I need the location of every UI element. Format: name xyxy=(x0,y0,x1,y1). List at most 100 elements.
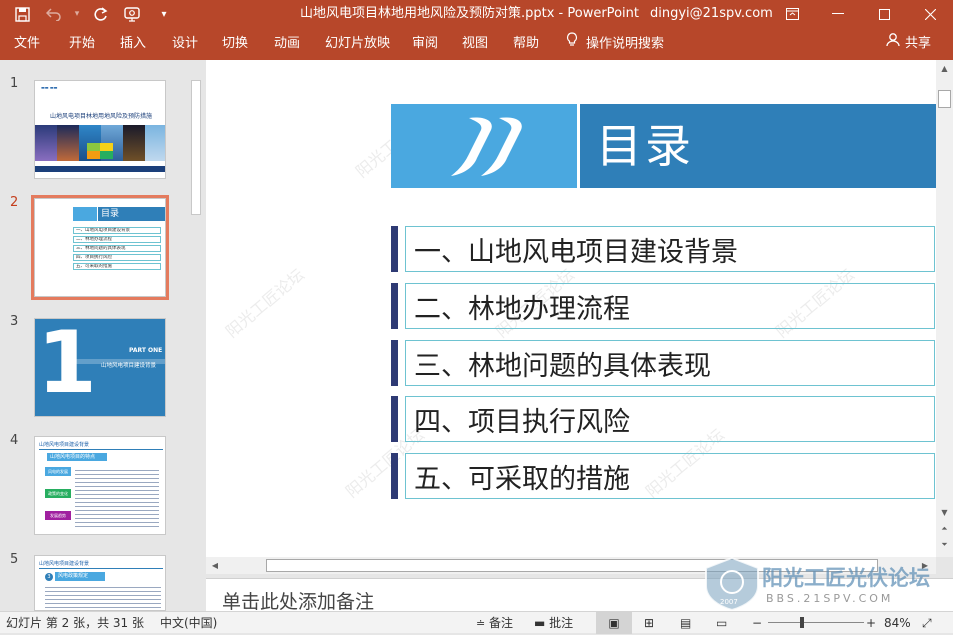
toc-item-bar xyxy=(391,340,398,386)
toc-item-text: 三、林地问题的具体表现 xyxy=(414,351,711,382)
comments-toggle-button[interactable]: ▬ 批注 xyxy=(534,612,573,634)
present-from-start-icon[interactable] xyxy=(118,0,146,28)
vertical-scroll-thumb[interactable] xyxy=(938,90,951,108)
tab-home[interactable]: 开始 xyxy=(69,28,95,60)
scroll-down-icon[interactable]: ▼ xyxy=(936,506,953,520)
save-icon[interactable] xyxy=(8,0,36,28)
person-icon xyxy=(886,28,901,60)
current-slide[interactable]: 阳光工匠论坛 阳光工匠论坛 阳光工匠论坛 阳光工匠论坛 阳光工匠论坛 阳光工匠论… xyxy=(206,60,936,557)
redo-icon[interactable] xyxy=(86,0,114,28)
forum-url: BBS.21SPV.COM xyxy=(766,592,894,605)
thumb4-tag: 发展趋势 xyxy=(45,511,71,520)
zoom-out-icon[interactable]: − xyxy=(752,612,762,634)
normal-view-icon[interactable]: ▣ xyxy=(596,612,632,634)
thumb5-rule xyxy=(39,568,163,569)
tab-review[interactable]: 审阅 xyxy=(412,28,438,60)
slide-thumbnail-5[interactable]: 山地风电项目建设背景 3 风电政策规定 xyxy=(34,555,166,611)
minimize-icon[interactable] xyxy=(815,0,861,28)
toc-item: 四、项目执行风险 xyxy=(391,396,935,442)
notes-toggle-label: 备注 xyxy=(489,616,514,630)
slide-thumbnail-2[interactable]: 目录 一、山地风电项目建设背景 二、林地办理流程 三、林地问题的具体表现 四、项… xyxy=(31,195,169,300)
slide-sorter-icon[interactable]: ⊞ xyxy=(644,612,654,634)
ribbon-display-options-icon[interactable] xyxy=(769,0,815,28)
maximize-icon[interactable] xyxy=(861,0,907,28)
scroll-left-icon[interactable]: ◀ xyxy=(208,557,222,574)
thumb1-footer xyxy=(35,166,165,172)
close-icon[interactable] xyxy=(907,0,953,28)
thumb5-subheader: 风电政策规定 xyxy=(55,572,105,581)
toc-item-text: 二、林地办理流程 xyxy=(414,294,630,325)
ribbon-tabs: 文件 开始 插入 设计 切换 动画 幻灯片放映 审阅 视图 帮助 操作说明搜索 … xyxy=(0,28,953,60)
thumb5-number-badge: 3 xyxy=(45,573,53,581)
slide-title: 目录 xyxy=(596,119,694,173)
fit-to-window-icon[interactable]: ⤢ xyxy=(922,612,932,634)
language-indicator[interactable]: 中文(中国) xyxy=(160,612,217,634)
thumb3-big-number: 1 xyxy=(37,318,97,413)
reading-view-icon[interactable]: ▤ xyxy=(680,612,691,634)
next-slide-icon[interactable]: ⏷ xyxy=(936,538,953,552)
slide-thumbnail-1[interactable]: ▬▬ ▬▬ 山地风电项目林地用地风险及预防措施 xyxy=(34,80,166,179)
thumb2-item: 一、山地风电项目建设背景 xyxy=(73,227,161,234)
thumb1-logo: ▬▬ ▬▬ xyxy=(41,85,58,90)
thumb5-header: 山地风电项目建设背景 xyxy=(39,561,90,567)
comments-toggle-label: 批注 xyxy=(549,616,574,630)
customize-toolbar-icon[interactable]: ▾ xyxy=(150,0,178,28)
toc-item-text: 一、山地风电项目建设背景 xyxy=(414,237,738,268)
toc-item: 一、山地风电项目建设背景 xyxy=(391,226,935,272)
thumb4-rule xyxy=(39,449,163,450)
tab-design[interactable]: 设计 xyxy=(172,28,198,60)
toc-item-bar xyxy=(391,396,398,442)
scroll-up-icon[interactable]: ▲ xyxy=(936,62,953,76)
slide-thumbnail-3[interactable]: 1 PART ONE 山地风电项目建设背景 xyxy=(34,318,166,417)
previous-slide-icon[interactable]: ⏶ xyxy=(936,522,953,536)
zoom-slider-handle[interactable] xyxy=(800,617,804,628)
slide-vertical-scrollbar[interactable]: ▲ ▼ ⏶ ⏷ xyxy=(936,60,953,557)
zoom-in-icon[interactable]: + xyxy=(866,612,876,634)
thumb4-tag: 政策的变化 xyxy=(45,489,71,498)
logo-icon xyxy=(451,117,522,176)
undo-icon[interactable] xyxy=(40,0,68,28)
thumb1-color-blocks xyxy=(87,143,113,159)
tab-animations[interactable]: 动画 xyxy=(274,28,300,60)
notes-placeholder: 单击此处添加备注 xyxy=(222,591,375,613)
thumb4-subheader: 山地风电项目的特点 xyxy=(47,453,107,461)
toc-item-box: 五、可采取的措施 xyxy=(405,453,935,499)
slide-editor: 阳光工匠论坛 阳光工匠论坛 阳光工匠论坛 阳光工匠论坛 阳光工匠论坛 阳光工匠论… xyxy=(206,60,936,557)
thumb2-header-light xyxy=(73,207,97,221)
quick-access-toolbar: ▾ ▾ xyxy=(0,0,178,28)
toc-item: 三、林地问题的具体表现 xyxy=(391,340,935,386)
tab-slideshow[interactable]: 幻灯片放映 xyxy=(325,28,390,60)
tell-me-search[interactable]: 操作说明搜索 xyxy=(566,28,664,60)
thumb-number: 3 xyxy=(10,314,19,329)
tab-insert[interactable]: 插入 xyxy=(120,28,146,60)
document-title: 山地风电项目林地用地风险及预防对策.pptx - PowerPoint xyxy=(300,6,639,21)
share-button[interactable]: 共享 xyxy=(886,28,931,60)
thumb2-title: 目录 xyxy=(101,209,120,219)
toc-item: 五、可采取的措施 xyxy=(391,453,935,499)
window-controls xyxy=(769,0,953,28)
user-account[interactable]: dingyi@21spv.com xyxy=(650,0,773,28)
slide-thumbnail-4[interactable]: 山地风电项目建设背景 山地风电项目的特点 风电的发展 政策的变化 发展趋势 xyxy=(34,436,166,535)
toc-item-box: 四、项目执行风险 xyxy=(405,396,935,442)
notes-toggle-button[interactable]: ≐ 备注 xyxy=(476,612,513,634)
toc-item-text: 五、可采取的措施 xyxy=(414,464,630,495)
forum-watermark-logo: 2007 阳光工匠光伏论坛 BBS.21SPV.COM xyxy=(700,556,953,611)
tab-file[interactable]: 文件 xyxy=(14,28,40,60)
slideshow-view-icon[interactable]: ▭ xyxy=(716,612,727,634)
undo-dropdown-icon[interactable]: ▾ xyxy=(72,0,82,28)
zoom-slider-track[interactable] xyxy=(768,622,864,623)
thumb-number: 5 xyxy=(10,552,19,567)
tab-transitions[interactable]: 切换 xyxy=(222,28,248,60)
thumbnail-scroll-thumb[interactable] xyxy=(191,80,201,215)
tab-view[interactable]: 视图 xyxy=(462,28,488,60)
thumb-number-active: 2 xyxy=(10,195,19,210)
toc-item: 二、林地办理流程 xyxy=(391,283,935,329)
thumb-number: 4 xyxy=(10,433,19,448)
thumb2-item: 三、林地问题的具体表现 xyxy=(73,245,161,252)
thumbnail-scrollbar[interactable] xyxy=(188,60,204,611)
title-banner-light xyxy=(391,104,577,188)
thumb4-tag: 风电的发展 xyxy=(45,467,71,476)
tab-help[interactable]: 帮助 xyxy=(513,28,539,60)
toc-item-bar xyxy=(391,226,398,272)
zoom-level[interactable]: 84% xyxy=(884,612,911,634)
